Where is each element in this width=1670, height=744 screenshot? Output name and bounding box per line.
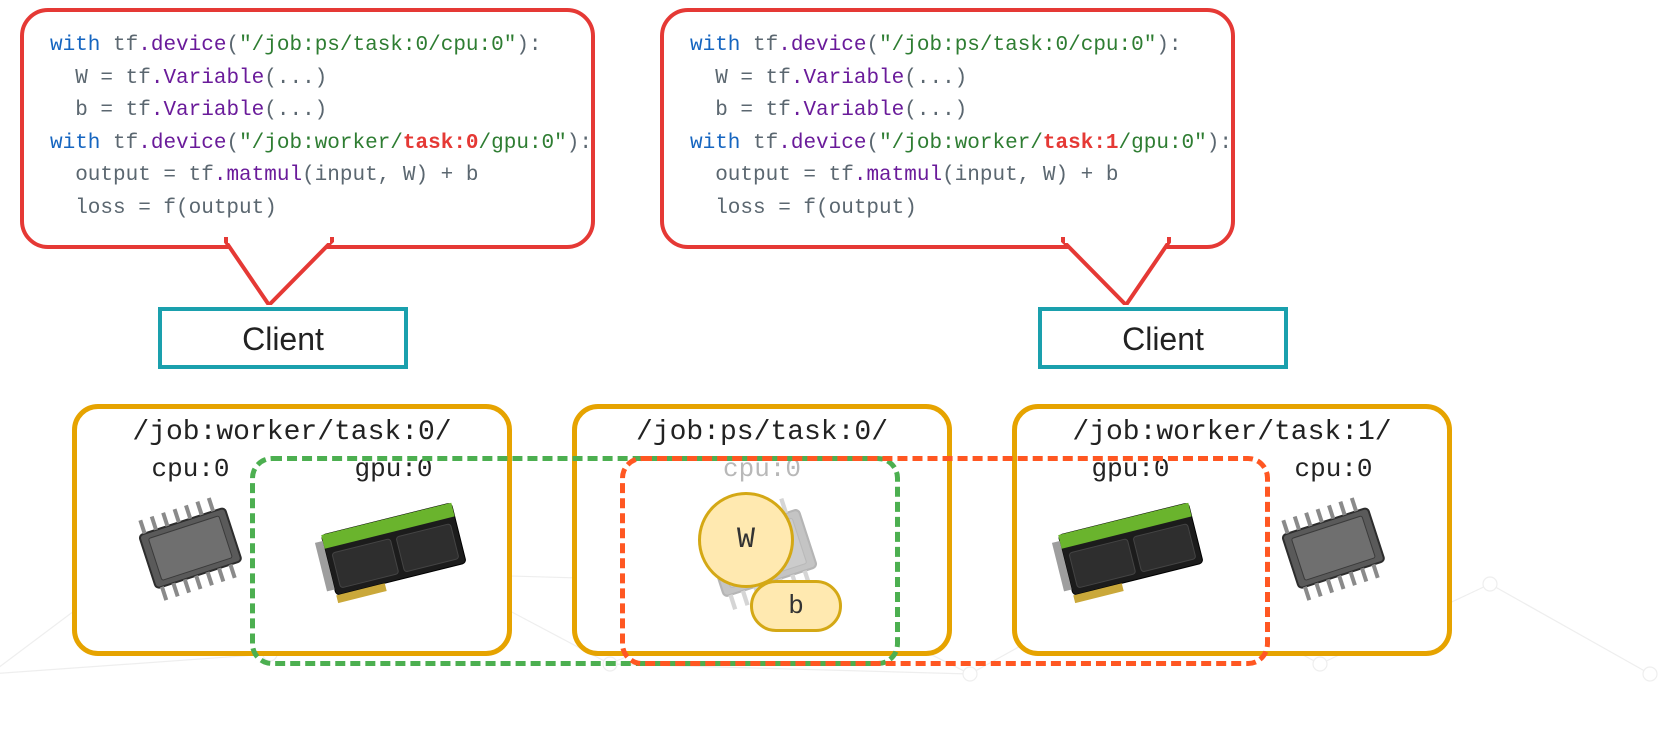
device-worker0-gpu: gpu:0 [304, 454, 484, 610]
job-title-worker1: /job:worker/task:1/ [1017, 417, 1447, 448]
variable-W-label: W [737, 523, 755, 557]
code-bubble-left: with tf.device("/job:ps/task:0/cpu:0"): … [20, 8, 595, 249]
device-worker0-cpu: cpu:0 [101, 454, 281, 610]
gpu-card-icon [1046, 490, 1216, 610]
variable-b-label: b [788, 591, 804, 621]
gpu-card-icon [309, 490, 479, 610]
device-worker1-cpu: cpu:0 [1244, 454, 1424, 610]
code-bubble-right: with tf.device("/job:ps/task:0/cpu:0"): … [660, 8, 1235, 249]
kw-with: with [50, 34, 100, 57]
cpu-chip-icon [1259, 490, 1409, 610]
device-label-cpu: cpu:0 [101, 454, 281, 484]
device-label-gpu: gpu:0 [1041, 454, 1221, 484]
device-label-cpu: cpu:0 [1244, 454, 1424, 484]
job-box-worker1: /job:worker/task:1/ gpu:0 cpu:0 [1012, 404, 1452, 656]
client-label: Client [242, 321, 324, 357]
bubble-tail-left-icon [224, 235, 334, 305]
bubble-tail-right-icon [1061, 235, 1171, 305]
client-label: Client [1122, 321, 1204, 357]
job-title-ps0: /job:ps/task:0/ [577, 417, 947, 448]
job-box-worker0: /job:worker/task:0/ cpu:0 gpu:0 [72, 404, 512, 656]
client-box-right: Client [1038, 307, 1288, 369]
device-label-gpu: gpu:0 [304, 454, 484, 484]
job-title-worker0: /job:worker/task:0/ [77, 417, 507, 448]
cpu-chip-icon [116, 490, 266, 610]
code-block-right: with tf.device("/job:ps/task:0/cpu:0"): … [690, 30, 1205, 225]
device-worker1-gpu: gpu:0 [1041, 454, 1221, 610]
code-block-left: with tf.device("/job:ps/task:0/cpu:0"): … [50, 30, 565, 225]
device-label-cpu-faded: cpu:0 [632, 454, 892, 484]
client-box-left: Client [158, 307, 408, 369]
variable-b-bubble: b [750, 580, 842, 632]
variable-W-bubble: W [698, 492, 794, 588]
